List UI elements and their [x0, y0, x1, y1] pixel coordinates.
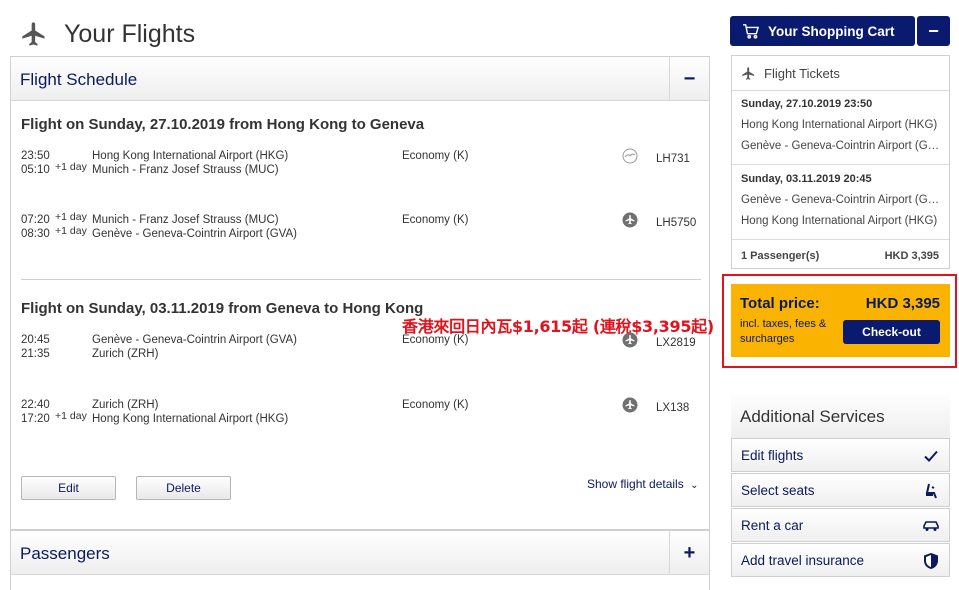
collapse-cart-button[interactable]: − [917, 16, 950, 46]
flight-schedule-title: Flight Schedule [20, 70, 138, 89]
plane-badge-icon [622, 212, 638, 228]
booking-class: Economy (K) [402, 150, 469, 162]
booking-class: Economy (K) [402, 214, 469, 226]
seat-icon [925, 483, 937, 499]
flight-tickets-box: Flight Tickets Sunday, 27.10.2019 23:50 … [731, 55, 950, 269]
plane-icon [742, 67, 755, 80]
outbound-to: Genève - Geneva-Cointrin Airport (GVA) [741, 140, 943, 152]
flight-number: LH5750 [656, 217, 697, 229]
arrival-time: 21:35 [21, 348, 50, 360]
edit-button[interactable]: Edit [21, 476, 116, 500]
inbound-to: Hong Kong International Airport (HKG) [741, 215, 938, 227]
arrival-airport: Genève - Geneva-Cointrin Airport (GVA) [92, 228, 297, 240]
divider [732, 164, 949, 165]
total-price-label: Total price: [740, 295, 820, 312]
inbound-flight-heading: Flight on Sunday, 03.11.2019 from Geneva… [21, 300, 424, 317]
inbound-date: Sunday, 03.11.2019 20:45 [741, 173, 872, 185]
outbound-flight-heading: Flight on Sunday, 27.10.2019 from Hong K… [21, 116, 425, 133]
flight-tickets-header: Flight Tickets [741, 66, 840, 81]
collapse-schedule-button[interactable]: − [669, 57, 709, 101]
arrival-airport: Hong Kong International Airport (HKG) [92, 413, 289, 425]
edit-flights-service[interactable]: Edit flights [731, 438, 950, 472]
delete-button[interactable]: Delete [136, 476, 231, 500]
shopping-cart-button[interactable]: Your Shopping Cart [730, 16, 915, 46]
page-title: Your Flights [64, 19, 196, 48]
day-offset: +1 day [55, 225, 87, 237]
flight-segment: 07:20 08:30 +1 day +1 day Munich - Franz… [21, 211, 701, 246]
arrival-airport: Zurich (ZRH) [92, 348, 159, 360]
chevron-down-icon: ⌄ [690, 480, 699, 491]
service-label: Edit flights [741, 447, 804, 463]
flight-segment: 20:45 21:35 Genève - Geneva-Cointrin Air… [21, 332, 701, 366]
departure-airport: Hong Kong International Airport (HKG) [92, 150, 289, 162]
passenger-count: 1 Passenger(s) [741, 250, 820, 262]
flight-number: LX138 [656, 402, 690, 414]
service-label: Rent a car [741, 517, 804, 533]
service-label: Add travel insurance [741, 552, 865, 568]
expand-passengers-button[interactable]: + [669, 531, 709, 575]
add-travel-insurance-service[interactable]: Add travel insurance [731, 543, 950, 577]
outbound-from: Hong Kong International Airport (HKG) [741, 119, 938, 131]
checkmark-icon [924, 450, 938, 462]
page-header: Your Flights [20, 14, 320, 54]
passenger-price: HKD 3,395 [884, 250, 939, 262]
day-offset: +1 day [55, 161, 87, 173]
show-flight-details-link[interactable]: Show flight details ⌄ [587, 477, 698, 491]
plane-icon [22, 22, 45, 46]
shield-icon [924, 553, 938, 569]
flight-number: LH731 [656, 153, 690, 165]
departure-airport: Munich - Franz Josef Strauss (MUC) [92, 214, 279, 226]
additional-services-title: Additional Services [731, 393, 950, 438]
flight-divider [21, 279, 701, 280]
plane-badge-icon [622, 332, 638, 348]
cart-icon [743, 24, 760, 39]
show-flight-details-label: Show flight details [587, 477, 684, 491]
departure-time: 20:45 [21, 334, 50, 346]
service-label: Select seats [741, 482, 815, 498]
select-seats-service[interactable]: Select seats [731, 473, 950, 507]
departure-airport: Zurich (ZRH) [92, 399, 159, 411]
shopping-cart-label: Your Shopping Cart [768, 23, 895, 39]
flight-schedule-header[interactable]: Flight Schedule − [11, 57, 709, 101]
outbound-date: Sunday, 27.10.2019 23:50 [741, 98, 873, 110]
flight-segment: 23:50 05:10 +1 day Hong Kong Internation… [21, 148, 701, 182]
checkout-button[interactable]: Check-out [843, 320, 940, 344]
passengers-panel: Passengers + [10, 530, 710, 590]
car-icon [923, 521, 939, 531]
total-price-value: HKD 3,395 [865, 295, 940, 312]
flight-segment: 22:40 17:20 +1 day Zurich (ZRH) Hong Kon… [21, 397, 701, 431]
passengers-header[interactable]: Passengers + [11, 531, 709, 575]
inbound-from: Genève - Geneva-Cointrin Airport (GVA) [741, 194, 943, 206]
day-offset: +1 day [55, 410, 87, 422]
total-price-box: Total price: HKD 3,395 incl. taxes, fees… [731, 284, 950, 357]
total-price-note: incl. taxes, fees & surcharges [740, 318, 827, 345]
additional-services: Additional Services Edit flights Select … [731, 393, 950, 590]
flight-schedule-panel: Flight Schedule − Flight on Sunday, 27.1… [10, 56, 714, 530]
departure-airport: Genève - Geneva-Cointrin Airport (GVA) [92, 334, 297, 346]
plane-badge-icon [622, 397, 638, 413]
day-offset: +1 day [55, 211, 87, 223]
booking-class: Economy (K) [402, 334, 469, 346]
divider [732, 239, 949, 240]
passengers-title: Passengers [20, 544, 110, 563]
flight-number: LX2819 [656, 337, 696, 349]
lufthansa-crane-icon [622, 148, 638, 164]
flight-tickets-title: Flight Tickets [764, 66, 840, 81]
arrival-airport: Munich - Franz Josef Strauss (MUC) [92, 164, 279, 176]
rent-a-car-service[interactable]: Rent a car [731, 508, 950, 542]
divider [732, 90, 949, 91]
booking-class: Economy (K) [402, 399, 469, 411]
